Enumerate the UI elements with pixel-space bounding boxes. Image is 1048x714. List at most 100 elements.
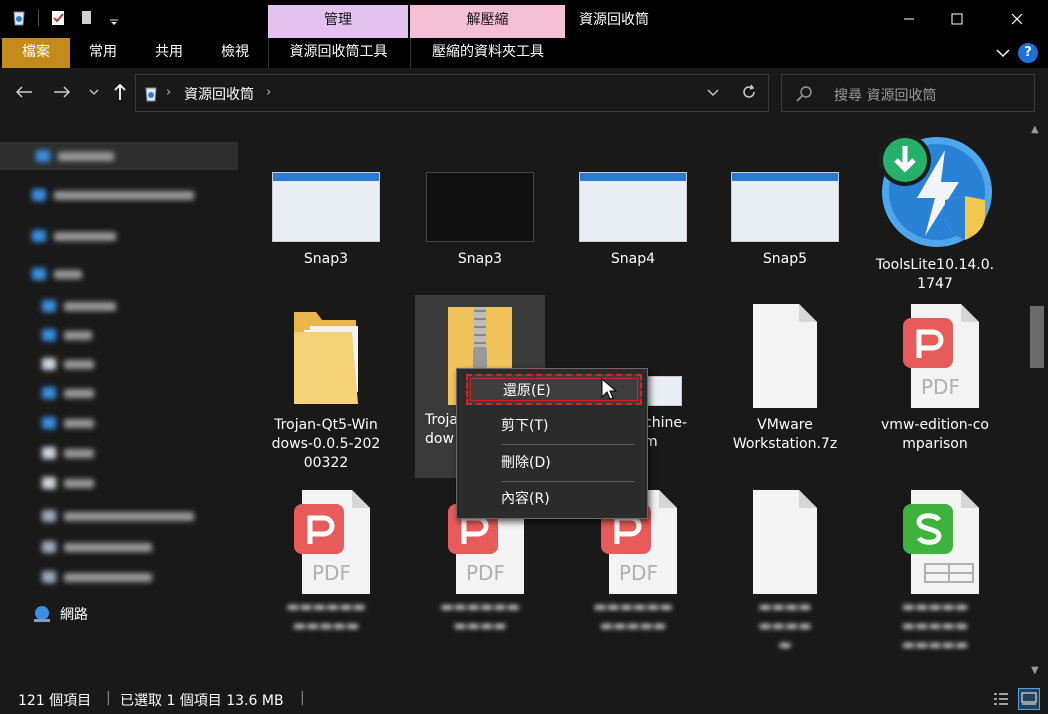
sidebar-item-folder-6[interactable]	[0, 409, 94, 437]
sidebar-item-folder-2[interactable]	[0, 292, 116, 320]
thumbnail-screenshot	[731, 172, 839, 242]
maximize-icon	[951, 13, 963, 25]
file-item-vmw-pdf[interactable]: PDF vmw-edition-co mparison	[868, 302, 1002, 454]
tab-file[interactable]: 檔案	[2, 38, 70, 68]
recent-locations-button[interactable]	[82, 80, 106, 104]
sidebar-item-folder-8[interactable]	[0, 469, 94, 497]
search-input[interactable]: 搜尋 資源回收筒	[834, 85, 936, 105]
file-item-snap3-terminal[interactable]: Snap3	[413, 172, 547, 269]
forward-button[interactable]	[50, 80, 74, 104]
large-icons-view-button[interactable]	[1018, 688, 1040, 710]
file-item-trojan-folder[interactable]: Trojan-Qt5-Win dows-0.0.5-202 00322	[259, 302, 393, 473]
thumbnail-screenshot	[646, 376, 682, 406]
scroll-down-icon[interactable]: ▼	[1031, 665, 1039, 676]
close-button[interactable]	[994, 0, 1040, 38]
back-button[interactable]	[12, 80, 36, 104]
vertical-scrollbar[interactable]: ▲ ▼	[1026, 122, 1048, 684]
folder-icon	[294, 312, 358, 404]
breadcrumb-recycle-bin[interactable]: 資源回收筒	[184, 84, 254, 104]
menu-separator	[501, 444, 635, 445]
file-item-snap3[interactable]: Snap3	[259, 172, 393, 269]
sidebar-item-network[interactable]: 網路	[32, 604, 88, 624]
svg-text:PDF: PDF	[312, 561, 351, 585]
file-name: ToolsLite10.14.0. 1747	[875, 257, 995, 292]
network-icon	[34, 606, 50, 622]
refresh-icon[interactable]	[740, 83, 758, 101]
mouse-cursor-icon	[601, 378, 617, 400]
sidebar-item-pinned[interactable]	[0, 142, 238, 170]
file-item-vmware-7z[interactable]: VMware Workstation.7z	[718, 302, 852, 454]
file-name: VMware Workstation.7z	[732, 417, 838, 452]
svg-text:PDF: PDF	[921, 375, 960, 399]
svg-text:PDF: PDF	[619, 561, 658, 585]
selection-info: 已選取 1 個項目 13.6 MB	[120, 693, 284, 709]
up-button[interactable]	[108, 80, 132, 104]
file-name-redacted: ▬▬▬▬ ▬▬▬▬ ▬	[758, 599, 812, 653]
menu-separator	[501, 481, 635, 482]
file-name: Snap3	[457, 251, 503, 267]
sidebar-item-folder-7[interactable]	[0, 439, 94, 467]
scrollbar-thumb[interactable]	[1030, 306, 1044, 368]
sidebar-item-drive-1[interactable]	[0, 502, 194, 530]
maximize-button[interactable]	[934, 0, 980, 38]
tab-recycle-tools[interactable]: 資源回收筒工具	[268, 38, 408, 68]
context-tab-unzip[interactable]: 解壓縮	[410, 5, 565, 38]
file-name: chine- m	[644, 415, 687, 450]
new-folder-icon[interactable]	[77, 9, 95, 27]
customize-qat-icon[interactable]	[105, 9, 123, 27]
search-box[interactable]: 搜尋 資源回收筒	[781, 74, 1035, 112]
file-name: vmw-edition-co mparison	[881, 417, 989, 452]
tab-zip-tools[interactable]: 壓縮的資料夾工具	[410, 38, 565, 68]
quick-access-toolbar	[10, 9, 123, 27]
arrow-left-icon	[15, 86, 32, 98]
sidebar-item-drive-3[interactable]	[0, 563, 152, 591]
view-switcher	[990, 688, 1040, 710]
details-view-button[interactable]	[990, 688, 1012, 710]
arrow-right-icon	[54, 86, 71, 98]
tab-view[interactable]: 檢視	[210, 38, 260, 68]
sidebar-item-drive-2[interactable]	[0, 533, 152, 561]
help-icon[interactable]: ?	[1018, 43, 1038, 63]
context-tab-manage[interactable]: 管理	[268, 5, 408, 38]
tab-share[interactable]: 共用	[144, 38, 194, 68]
navigation-bar: › 資源回收筒 › 搜尋 資源回收筒	[0, 68, 1048, 122]
navigation-pane: 網路	[0, 122, 241, 684]
sidebar-item-folder-1[interactable]	[0, 260, 82, 288]
sidebar-item-folder-3[interactable]	[0, 321, 92, 349]
file-name-redacted: ▬▬▬▬▬▬ ▬▬▬▬▬	[286, 599, 366, 634]
file-item-toolslite[interactable]: ToolsLite10.14.0. 1747	[868, 132, 1002, 294]
menu-item-properties[interactable]: 內容(R)	[457, 484, 647, 514]
properties-icon[interactable]	[49, 9, 67, 27]
menu-item-cut[interactable]: 剪下(T)	[457, 411, 647, 441]
file-name: Snap4	[610, 251, 656, 267]
menu-item-delete[interactable]: 刪除(D)	[457, 448, 647, 478]
address-dropdown-icon[interactable]	[706, 85, 720, 99]
expand-ribbon-icon[interactable]	[996, 48, 1010, 58]
file-item-snap4[interactable]: Snap4	[566, 172, 700, 269]
address-bar[interactable]: › 資源回收筒 ›	[135, 74, 769, 112]
file-name: Trojan-Qt5-Win dows-0.0.5-202 00322	[271, 417, 381, 471]
file-name-redacted: ▬▬▬▬▬▬ ▬▬▬▬▬	[593, 599, 673, 634]
sidebar-item-this-pc[interactable]	[0, 222, 116, 250]
breadcrumb-separator-icon[interactable]: ›	[166, 85, 171, 100]
pdf-icon: PDF	[903, 304, 979, 408]
minimize-button[interactable]	[886, 0, 932, 38]
recycle-bin-icon[interactable]	[10, 9, 28, 27]
minimize-icon	[904, 18, 914, 20]
file-item-doc[interactable]: ▬▬▬▬ ▬▬▬▬ ▬	[718, 484, 852, 655]
breadcrumb-chevron-icon[interactable]: ›	[266, 85, 271, 100]
file-item-pdf-1[interactable]: PDF ▬▬▬▬▬▬ ▬▬▬▬▬	[259, 484, 393, 636]
file-name-redacted: ▬▬▬▬▬ ▬▬▬▬▬ ▬▬▬▬▬	[901, 599, 969, 653]
file-item-sheet[interactable]: ▬▬▬▬▬ ▬▬▬▬▬ ▬▬▬▬▬	[868, 484, 1002, 655]
search-icon	[796, 86, 812, 102]
tab-home[interactable]: 常用	[78, 38, 128, 68]
scroll-up-icon[interactable]: ▲	[1031, 124, 1039, 135]
file-item-snap5[interactable]: Snap5	[718, 172, 852, 269]
item-count: 121 個項目	[18, 693, 92, 709]
chevron-down-icon	[89, 89, 99, 95]
details-view-icon	[994, 693, 1008, 705]
sidebar-item-folder-5[interactable]	[0, 379, 94, 407]
sidebar-item-onedrive[interactable]	[0, 181, 194, 209]
sidebar-item-folder-4[interactable]	[0, 350, 94, 378]
file-name: Snap5	[762, 251, 808, 267]
